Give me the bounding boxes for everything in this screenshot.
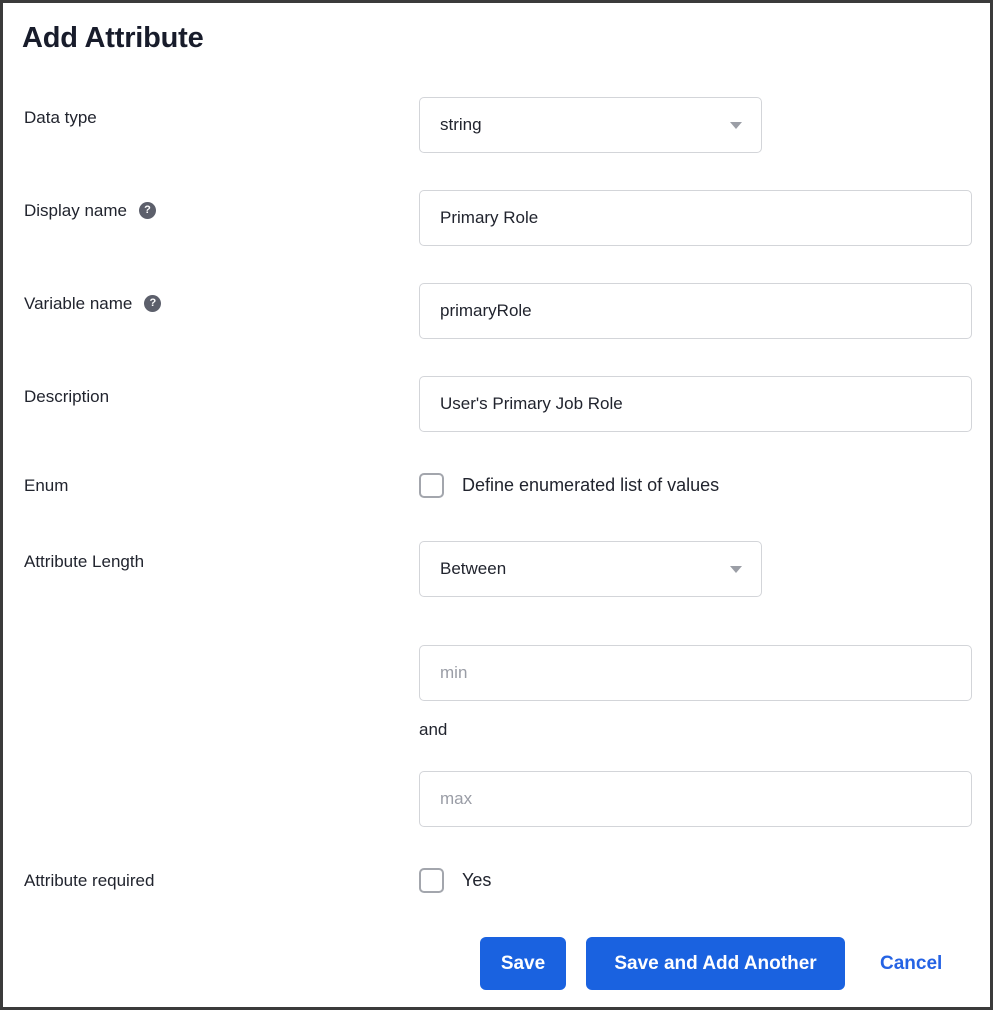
- dialog-body: Add Attribute Data type string Display n…: [3, 3, 990, 1007]
- variable-name-label-text: Variable name: [24, 294, 133, 313]
- description-value: User's Primary Job Role: [440, 394, 623, 413]
- attribute-required-checkbox-label[interactable]: Yes: [462, 870, 491, 891]
- help-question-icon[interactable]: ?: [144, 295, 162, 313]
- field-label-enum: Enum: [24, 476, 69, 495]
- field-label-data-type: Data type: [24, 108, 97, 127]
- page-title: Add Attribute: [22, 22, 204, 54]
- enum-checkbox-row[interactable]: Define enumerated list of values: [419, 473, 719, 498]
- attribute-required-checkbox-row[interactable]: Yes: [419, 868, 491, 893]
- save-and-add-another-button[interactable]: Save and Add Another: [586, 937, 845, 990]
- variable-name-input[interactable]: primaryRole: [419, 283, 972, 339]
- min-input[interactable]: min: [419, 645, 972, 701]
- enum-checkbox[interactable]: [419, 473, 444, 498]
- field-label-display-name: Display name?: [24, 200, 156, 222]
- attribute-length-value: Between: [440, 559, 507, 578]
- variable-name-value: primaryRole: [440, 301, 532, 320]
- help-question-icon[interactable]: ?: [139, 202, 156, 220]
- enum-checkbox-label[interactable]: Define enumerated list of values: [462, 475, 719, 496]
- field-label-attribute-required: Attribute required: [24, 871, 155, 890]
- data-type-value: string: [440, 115, 482, 134]
- description-input[interactable]: User's Primary Job Role: [419, 376, 972, 432]
- display-name-input[interactable]: Primary Role: [419, 190, 972, 246]
- data-type-select[interactable]: string: [419, 97, 762, 153]
- chevron-down-icon: [730, 565, 742, 573]
- conjunction-and: and: [419, 720, 448, 739]
- save-button[interactable]: Save: [480, 937, 566, 990]
- min-placeholder: min: [440, 663, 468, 682]
- attribute-length-select[interactable]: Between: [419, 541, 762, 597]
- field-label-description: Description: [24, 387, 110, 406]
- field-label-variable-name: Variable name?: [24, 293, 162, 315]
- cancel-button[interactable]: Cancel: [880, 937, 942, 990]
- attribute-required-checkbox[interactable]: [419, 868, 444, 893]
- max-placeholder: max: [440, 789, 473, 808]
- chevron-down-icon: [730, 121, 742, 129]
- display-name-label-text: Display name: [24, 201, 127, 220]
- display-name-value: Primary Role: [440, 208, 539, 227]
- add-attribute-dialog: Add Attribute Data type string Display n…: [0, 0, 993, 1010]
- max-input[interactable]: max: [419, 771, 972, 827]
- field-label-attribute-length: Attribute Length: [24, 552, 145, 571]
